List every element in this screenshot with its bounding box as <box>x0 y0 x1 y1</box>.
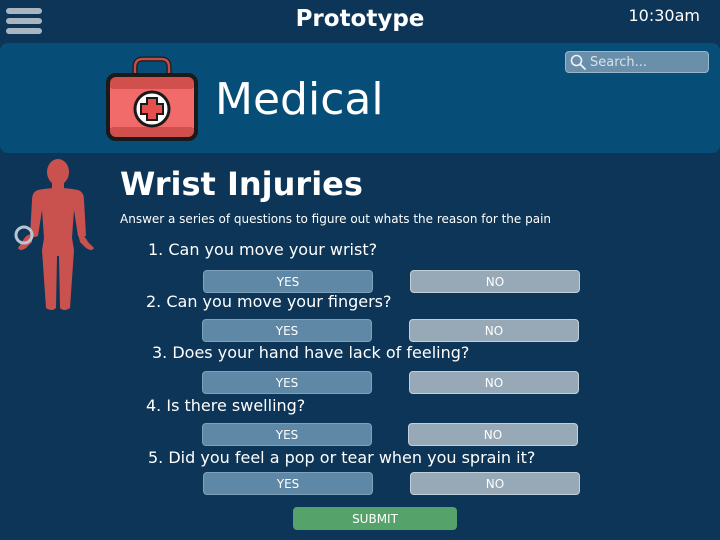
search-icon <box>570 54 586 70</box>
question-2-no-button[interactable]: NO <box>409 319 579 342</box>
question-5: 5. Did you feel a pop or tear when you s… <box>148 448 536 467</box>
search-input[interactable] <box>590 54 702 70</box>
page-title: Wrist Injuries <box>120 165 363 203</box>
top-bar: Prototype 10:30am <box>0 0 720 43</box>
question-3-yes-button[interactable]: YES <box>202 371 372 394</box>
question-4: 4. Is there swelling? <box>146 396 306 415</box>
submit-button[interactable]: SUBMIT <box>293 507 457 530</box>
question-5-yes-button[interactable]: YES <box>203 472 373 495</box>
question-2: 2. Can you move your fingers? <box>146 292 392 311</box>
app-title: Prototype <box>295 6 425 32</box>
search-box[interactable] <box>565 51 709 73</box>
question-2-yes-button[interactable]: YES <box>202 319 372 342</box>
page-subtitle: Answer a series of questions to figure o… <box>120 212 552 226</box>
question-5-no-button[interactable]: NO <box>410 472 580 495</box>
question-4-yes-button[interactable]: YES <box>202 423 372 446</box>
question-1-yes-button[interactable]: YES <box>203 270 373 293</box>
question-3-no-button[interactable]: NO <box>409 371 579 394</box>
human-body-icon <box>14 159 94 310</box>
clock-time: 10:30am <box>628 6 701 25</box>
question-1: 1. Can you move your wrist? <box>148 240 378 259</box>
question-1-no-button[interactable]: NO <box>410 270 580 293</box>
question-3: 3. Does your hand have lack of feeling? <box>152 343 470 362</box>
first-aid-kit-icon <box>106 56 198 141</box>
question-4-no-button[interactable]: NO <box>408 423 578 446</box>
category-title: Medical <box>215 74 384 125</box>
